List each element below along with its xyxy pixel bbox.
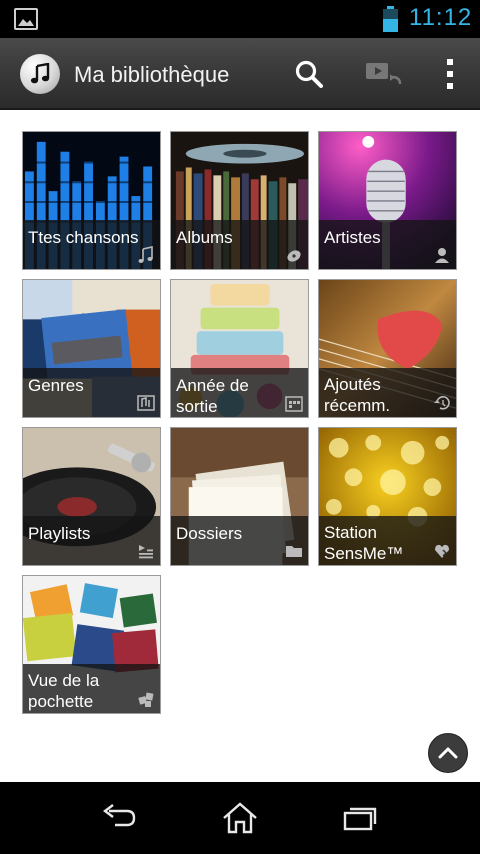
tile-folders[interactable]: Dossiers [170,427,309,566]
history-icon [434,396,450,410]
play-on-device-button[interactable] [358,50,410,98]
person-icon [435,248,449,263]
music-note-icon[interactable] [20,54,60,94]
back-icon [103,804,136,827]
action-bar: Ma bibliothèque [0,38,480,110]
search-button[interactable] [286,50,332,98]
tile-playlists[interactable]: Playlists [22,427,161,566]
home-button[interactable] [210,796,270,840]
tile-label: Ajoutés récemm. [324,375,391,415]
recent-apps-button[interactable] [330,796,390,840]
cover-view-icon [138,692,154,707]
status-time: 11:12 [409,4,473,31]
back-button[interactable] [90,796,150,840]
play-on-device-icon [366,63,402,85]
tile-cover-view[interactable]: Vue de la pochette [22,575,161,714]
playlist-icon [139,545,153,559]
overflow-menu-button[interactable] [430,50,470,98]
tile-label: Station SensMe™ [324,523,404,563]
genre-icon [137,395,155,411]
folder-icon [286,546,302,557]
music-note-icon [138,246,153,263]
gallery-icon [14,8,38,30]
scroll-top-button[interactable] [428,733,468,773]
tile-all-songs[interactable]: Ttes chansons [22,131,161,270]
tile-label: Playlists [28,524,91,543]
tile-label: Vue de la pochette [28,671,100,711]
tile-label: Dossiers [176,524,243,543]
tile-release-year[interactable]: Année de sortie [170,279,309,418]
tile-albums[interactable]: Albums [170,131,309,270]
sensme-icon [435,544,449,558]
status-bar: 11:12 [0,0,480,38]
chevron-up-icon [438,747,458,759]
navigation-bar [0,782,480,854]
calendar-icon [285,396,303,412]
tile-recently-added[interactable]: Ajoutés récemm. [318,279,457,418]
tile-label: Genres [28,376,84,395]
tile-sensme-station[interactable]: Station SensMe™ [318,427,457,566]
tile-label: Année de sortie [176,376,249,416]
tile-label: Ttes chansons [28,228,139,247]
disc-icon [287,250,301,262]
search-icon [295,60,323,88]
tile-artists[interactable]: Artistes [318,131,457,270]
overflow-menu-icon [447,59,453,89]
page-title: Ma bibliothèque [74,62,230,87]
battery-icon [382,6,399,32]
recent-apps-icon [343,807,377,831]
tile-label: Artistes [324,228,381,247]
tile-genres[interactable]: Genres [22,279,161,418]
home-icon [223,802,257,834]
library-grid: Ttes chansons Albums Artistes Genres Ann… [0,110,480,782]
tile-label: Albums [176,228,233,247]
